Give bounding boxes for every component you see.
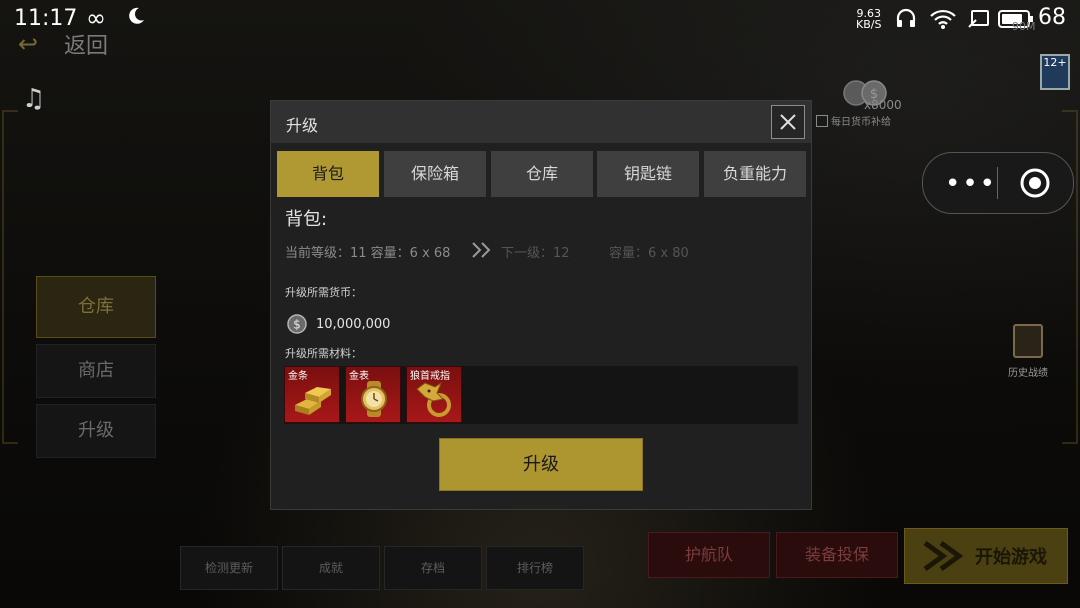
currency-cost-amount: 10,000,000 xyxy=(316,317,391,332)
next-capacity-info: 容量：6 x 80 xyxy=(609,246,689,261)
tab-keychain[interactable]: 钥匙链 xyxy=(597,151,699,197)
music-icon[interactable]: ♫ xyxy=(22,84,45,114)
close-icon xyxy=(780,114,796,130)
double-chevron-icon xyxy=(923,541,964,571)
wifi-icon xyxy=(930,9,956,29)
left-nav: 仓库 商店 升级 xyxy=(36,276,156,464)
daily-supply-button[interactable]: 每日货币补给 xyxy=(816,113,891,128)
start-game-button[interactable]: 开始游戏 xyxy=(904,528,1068,584)
section-title: 背包: xyxy=(285,209,328,230)
scroll-icon xyxy=(1013,324,1043,358)
dialog-header: 升级 xyxy=(271,101,811,143)
leaderboard-button[interactable]: 排行榜 xyxy=(486,546,584,590)
screen-cast-icon xyxy=(968,10,989,28)
dialog-title: 升级 xyxy=(286,116,319,135)
wolf-ring-icon xyxy=(416,381,451,417)
material-gold-watch[interactable]: 金表 xyxy=(345,366,401,423)
equipment-insurance-button[interactable]: 装备投保 xyxy=(776,532,898,578)
tab-backpack[interactable]: 背包 xyxy=(277,151,379,197)
nav-shop[interactable]: 商店 xyxy=(36,344,156,398)
history-label: 历史战绩 xyxy=(1008,368,1048,379)
daily-coin-amount: x8000 xyxy=(864,98,902,112)
gold-bar-icon xyxy=(295,387,331,415)
back-arrow-icon: ↩ xyxy=(18,30,39,58)
save-button[interactable]: 存档 xyxy=(384,546,482,590)
network-speed: 9.63 KB/S xyxy=(856,7,882,31)
close-target-icon[interactable] xyxy=(1019,167,1051,199)
nav-warehouse[interactable]: 仓库 xyxy=(36,276,156,338)
mini-program-capsule: ••• xyxy=(922,152,1074,214)
materials-label: 升级所需材料： xyxy=(285,347,362,360)
calendar-icon xyxy=(816,115,828,127)
materials-list: 金条 金表 狼首戒指 xyxy=(284,366,798,424)
tab-carry-capacity[interactable]: 负重能力 xyxy=(704,151,806,197)
upgrade-dialog: 升级 背包 保险箱 仓库 钥匙链 负重能力 背包: 当前等级：11 容量：6 x… xyxy=(270,100,812,510)
gold-watch-icon xyxy=(361,381,387,417)
start-game-label: 开始游戏 xyxy=(975,547,1047,568)
status-bar: 11:17 ∞ 9.63 KB/S 68 xyxy=(0,0,1080,38)
more-icon[interactable]: ••• xyxy=(945,169,997,199)
age-rating-badge: 12+ xyxy=(1040,54,1070,90)
next-level-info: 下一级：12 xyxy=(501,246,570,261)
material-gold-bar[interactable]: 金条 xyxy=(284,366,340,423)
current-level-info: 当前等级：11 容量：6 x 68 xyxy=(285,246,451,261)
escort-button[interactable]: 护航队 xyxy=(648,532,770,578)
daily-supply-label: 每日货币补给 xyxy=(831,117,891,128)
upgrade-tabs: 背包 保险箱 仓库 钥匙链 负重能力 xyxy=(277,151,807,197)
check-update-button[interactable]: 检测更新 xyxy=(180,546,278,590)
svg-text:$: $ xyxy=(293,318,301,332)
double-chevron-right-icon xyxy=(472,242,491,258)
capsule-divider xyxy=(997,167,998,199)
network-label: 90M xyxy=(1012,20,1036,33)
moon-icon xyxy=(129,7,144,24)
history-record-button[interactable]: 历史战绩 xyxy=(1004,324,1052,379)
tab-safebox[interactable]: 保险箱 xyxy=(384,151,486,197)
left-frame-decoration xyxy=(2,110,18,444)
battery-level: 68 xyxy=(1038,5,1066,30)
achievements-button[interactable]: 成就 xyxy=(282,546,380,590)
close-button[interactable] xyxy=(771,105,805,139)
nav-upgrade[interactable]: 升级 xyxy=(36,404,156,458)
back-label: 返回 xyxy=(64,34,109,59)
upgrade-button[interactable]: 升级 xyxy=(439,438,643,491)
tab-warehouse[interactable]: 仓库 xyxy=(491,151,593,197)
material-wolf-ring[interactable]: 狼首戒指 xyxy=(406,366,462,423)
currency-cost-label: 升级所需货币： xyxy=(285,286,362,299)
coin-icon: $ xyxy=(287,314,307,334)
headset-icon xyxy=(896,8,916,27)
